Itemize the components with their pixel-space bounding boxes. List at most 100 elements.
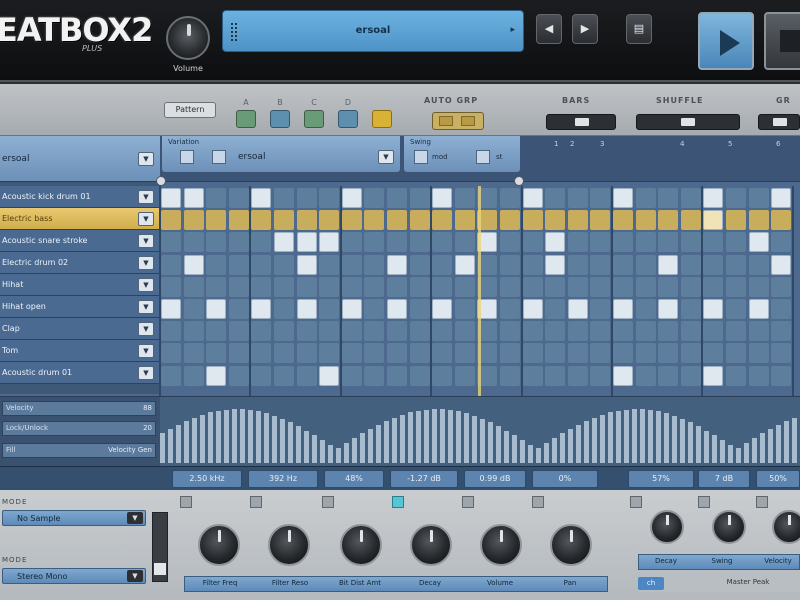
step-cell[interactable] xyxy=(454,299,475,319)
step-cell[interactable] xyxy=(726,232,746,253)
step-cell[interactable] xyxy=(364,343,385,364)
step-cell[interactable] xyxy=(161,254,181,275)
velocity-bar[interactable] xyxy=(664,413,669,463)
decay-global-checkbox[interactable] xyxy=(630,496,642,508)
fx-value[interactable]: 50% xyxy=(756,470,800,488)
step-cell[interactable] xyxy=(613,276,633,297)
step-cell[interactable] xyxy=(613,232,633,253)
step-cell[interactable] xyxy=(454,254,475,275)
step-cell[interactable] xyxy=(228,276,249,297)
velocity-bar[interactable] xyxy=(448,409,453,463)
step-cell[interactable] xyxy=(703,232,724,253)
step-cell[interactable] xyxy=(567,210,588,231)
velocity-bar[interactable] xyxy=(296,426,301,463)
level-fader[interactable] xyxy=(152,512,168,582)
loop-start-marker[interactable] xyxy=(156,176,166,186)
pan-checkbox[interactable] xyxy=(532,496,544,508)
step-cell[interactable] xyxy=(454,232,475,253)
track-row[interactable]: Hihat open ▼ xyxy=(0,296,160,318)
step-cell[interactable] xyxy=(387,276,407,297)
velocity-bar[interactable] xyxy=(376,424,381,463)
track-row[interactable]: Clap ▼ xyxy=(0,318,160,340)
step-cell[interactable] xyxy=(409,343,430,364)
step-cell[interactable] xyxy=(161,321,181,342)
velocity-global-checkbox[interactable] xyxy=(756,496,768,508)
step-cell[interactable] xyxy=(726,299,746,319)
volume-knob[interactable] xyxy=(166,16,210,60)
track-menu-button[interactable]: ▼ xyxy=(138,278,154,292)
step-cell[interactable] xyxy=(635,232,656,253)
step-cell[interactable] xyxy=(454,188,475,208)
shuffle-slider[interactable] xyxy=(636,114,740,130)
channel-badge[interactable]: ch xyxy=(638,577,664,590)
step-cell[interactable] xyxy=(454,365,475,386)
track-row[interactable]: Acoustic drum 01 ▼ xyxy=(0,362,160,384)
step-cell[interactable] xyxy=(635,365,656,386)
step-cell[interactable] xyxy=(387,321,407,342)
step-cell[interactable] xyxy=(680,299,701,319)
sample-selector[interactable]: No Sample ▼ xyxy=(2,510,146,526)
step-cell[interactable] xyxy=(454,210,475,231)
step-cell[interactable] xyxy=(545,254,566,275)
velocity-bar[interactable] xyxy=(240,409,245,463)
step-cell[interactable] xyxy=(183,254,204,275)
step-cell[interactable] xyxy=(183,343,204,364)
step-cell[interactable] xyxy=(409,232,430,253)
preset-selector[interactable]: ersoal ▸ xyxy=(222,10,524,52)
step-cell[interactable] xyxy=(771,365,792,386)
step-cell[interactable] xyxy=(500,232,520,253)
step-cell[interactable] xyxy=(545,299,566,319)
step-cell[interactable] xyxy=(296,343,317,364)
step-cell[interactable] xyxy=(500,254,520,275)
step-cell[interactable] xyxy=(274,321,294,342)
step-cell[interactable] xyxy=(364,299,385,319)
step-cell[interactable] xyxy=(522,343,543,364)
step-cell[interactable] xyxy=(296,188,317,208)
fx-value[interactable]: 57% xyxy=(628,470,694,488)
step-cell[interactable] xyxy=(409,321,430,342)
step-cell[interactable] xyxy=(251,232,272,253)
fx-value[interactable]: 7 dB xyxy=(698,470,750,488)
step-cell[interactable] xyxy=(726,276,746,297)
pan-knob[interactable] xyxy=(550,524,592,566)
step-cell[interactable] xyxy=(771,321,792,342)
step-cell[interactable] xyxy=(296,321,317,342)
velocity-bar[interactable] xyxy=(640,409,645,463)
step-cell[interactable] xyxy=(161,365,181,386)
step-cell[interactable] xyxy=(771,188,792,208)
step-cell[interactable] xyxy=(387,232,407,253)
step-cell[interactable] xyxy=(409,365,430,386)
track-row[interactable]: Acoustic snare stroke ▼ xyxy=(0,230,160,252)
step-cell[interactable] xyxy=(183,188,204,208)
step-cell[interactable] xyxy=(680,343,701,364)
step-cell[interactable] xyxy=(319,210,340,231)
track-menu-button[interactable]: ▼ xyxy=(138,322,154,336)
step-cell[interactable] xyxy=(206,232,227,253)
step-cell[interactable] xyxy=(658,276,679,297)
velocity-bar[interactable] xyxy=(560,433,565,463)
copy-icon[interactable] xyxy=(180,150,194,164)
velocity-bar[interactable] xyxy=(288,422,293,463)
step-cell[interactable] xyxy=(296,232,317,253)
step-cell[interactable] xyxy=(522,321,543,342)
step-cell[interactable] xyxy=(341,276,362,297)
step-cell[interactable] xyxy=(726,188,746,208)
step-cell[interactable] xyxy=(228,254,249,275)
step-cell[interactable] xyxy=(183,321,204,342)
step-cell[interactable] xyxy=(500,276,520,297)
step-cell[interactable] xyxy=(703,188,724,208)
step-cell[interactable] xyxy=(364,232,385,253)
velocity-bar[interactable] xyxy=(512,435,517,463)
step-cell[interactable] xyxy=(726,210,746,231)
variation-selector[interactable]: Variation ersoal ▼ xyxy=(162,136,400,172)
volume-checkbox[interactable] xyxy=(462,496,474,508)
bit-dist-checkbox[interactable] xyxy=(322,496,334,508)
step-cell[interactable] xyxy=(680,254,701,275)
step-cell[interactable] xyxy=(161,188,181,208)
step-cell[interactable] xyxy=(680,365,701,386)
step-cell[interactable] xyxy=(251,365,272,386)
track-menu-button[interactable]: ▼ xyxy=(138,234,154,248)
velocity-bar[interactable] xyxy=(272,415,277,463)
step-cell[interactable] xyxy=(635,276,656,297)
track-row[interactable]: Tom ▼ xyxy=(0,340,160,362)
